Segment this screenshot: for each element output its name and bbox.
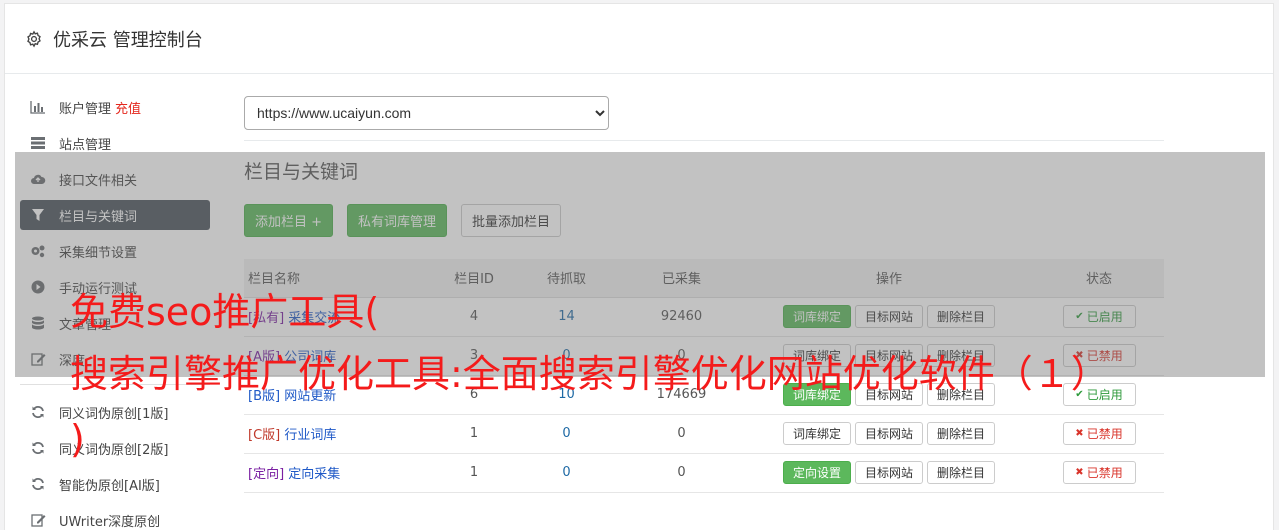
target-site-button[interactable]: 目标网站 bbox=[854, 461, 923, 484]
cell-ops: 词库绑定 目标网站 删除栏目 bbox=[744, 414, 1034, 454]
cell-status: ✖ 已禁用 bbox=[1034, 414, 1164, 454]
target-site-button[interactable]: 目标网站 bbox=[854, 422, 923, 445]
cell-pending: 0 bbox=[514, 414, 619, 454]
bar-chart-icon bbox=[30, 99, 46, 115]
cell-category: [C版] 行业词库 bbox=[244, 414, 434, 454]
sidebar-item-bar-chart[interactable]: 账户管理 充值 bbox=[20, 92, 210, 122]
divider bbox=[244, 140, 1164, 141]
edit-icon bbox=[30, 512, 46, 528]
sidebar-item-refresh[interactable]: 同义词伪原创[2版] bbox=[20, 433, 210, 463]
sidebar-item-label: 智能伪原创[AI版] bbox=[59, 478, 160, 494]
cell-collected: 0 bbox=[619, 414, 744, 454]
overlay-text-line3: ) bbox=[70, 417, 85, 461]
refresh-icon bbox=[30, 440, 46, 456]
recharge-link[interactable]: 充值 bbox=[115, 98, 141, 117]
cell-id: 1 bbox=[434, 453, 514, 493]
cell-collected: 0 bbox=[619, 453, 744, 493]
cell-category: [定向] 定向采集 bbox=[244, 453, 434, 493]
page-title: 优采云 管理控制台 bbox=[53, 29, 203, 51]
overlay-text-line2: 搜索引擎推广优化工具:全面搜索引擎优化网站优化软件（１） bbox=[70, 352, 1109, 396]
cell-ops: 定向设置 目标网站 删除栏目 bbox=[744, 453, 1034, 493]
cross-icon: ✖ bbox=[1075, 428, 1084, 439]
status-label: 已禁用 bbox=[1086, 466, 1123, 480]
sidebar-item-label: UWriter深度原创 bbox=[59, 514, 161, 530]
cell-pending: 0 bbox=[514, 453, 619, 493]
sidebar-item-label: 账户管理 bbox=[59, 101, 112, 117]
cell-status: ✖ 已禁用 bbox=[1034, 453, 1164, 493]
overlay-text-line1: 免费seo推广工具( bbox=[70, 290, 380, 334]
header: 优采云 管理控制台 bbox=[5, 4, 1273, 74]
table-row: [定向] 定向采集 1 0 0 定向设置 目标网站 删除栏目 ✖ 已禁用 bbox=[244, 453, 1164, 493]
status-toggle[interactable]: ✖ 已禁用 bbox=[1062, 461, 1136, 484]
bind-lib-button[interactable]: 定向设置 bbox=[782, 461, 851, 484]
delete-category-button[interactable]: 删除栏目 bbox=[927, 461, 996, 484]
cross-icon: ✖ bbox=[1075, 467, 1084, 478]
table-row: [C版] 行业词库 1 0 0 词库绑定 目标网站 删除栏目 ✖ 已禁用 bbox=[244, 414, 1164, 454]
refresh-icon bbox=[30, 404, 46, 420]
site-select[interactable]: https://www.ucaiyun.com bbox=[244, 96, 609, 130]
category-tag: [定向] bbox=[248, 467, 285, 482]
gear-icon bbox=[25, 30, 43, 48]
status-toggle[interactable]: ✖ 已禁用 bbox=[1062, 422, 1136, 445]
delete-category-button[interactable]: 删除栏目 bbox=[927, 422, 996, 445]
status-label: 已禁用 bbox=[1086, 427, 1123, 441]
sidebar-item-label: 站点管理 bbox=[59, 137, 112, 153]
category-name-link[interactable]: 行业词库 bbox=[284, 428, 336, 443]
category-tag: [C版] bbox=[248, 428, 281, 443]
sidebar-item-refresh[interactable]: 同义词伪原创[1版] bbox=[20, 397, 210, 427]
server-icon bbox=[30, 135, 46, 151]
ad-overlay bbox=[15, 152, 1265, 377]
bind-lib-button[interactable]: 词库绑定 bbox=[782, 422, 851, 445]
sidebar-item-edit[interactable]: UWriter深度原创 bbox=[20, 505, 210, 530]
sidebar-item-refresh[interactable]: 智能伪原创[AI版] bbox=[20, 469, 210, 499]
category-name-link[interactable]: 定向采集 bbox=[288, 467, 340, 482]
refresh-icon bbox=[30, 476, 46, 492]
cell-id: 1 bbox=[434, 414, 514, 454]
